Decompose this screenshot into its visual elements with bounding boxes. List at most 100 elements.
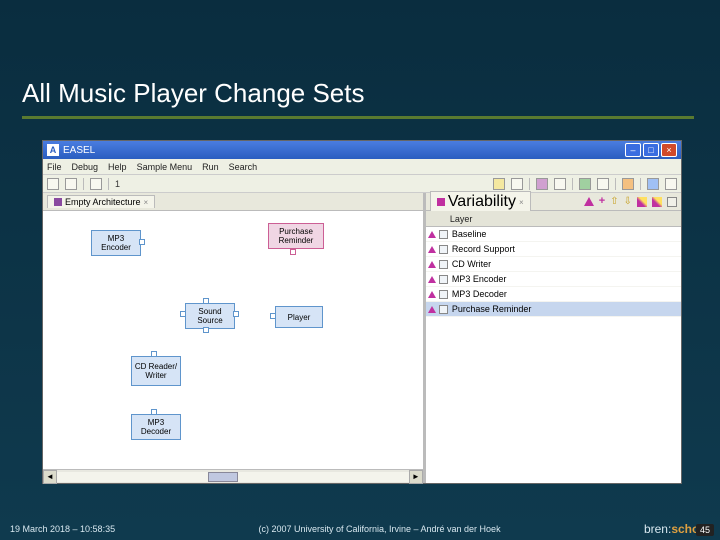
scroll-thumb[interactable] bbox=[208, 472, 238, 482]
footer-date: 19 March 2018 – 10:58:35 bbox=[10, 524, 115, 534]
diagram-canvas[interactable]: MP3 Encoder Purchase Reminder Sound Sour… bbox=[43, 211, 423, 469]
add-layer-icon[interactable] bbox=[584, 197, 594, 206]
layer-label: MP3 Decoder bbox=[452, 289, 507, 299]
window-minimize-button[interactable]: – bbox=[625, 143, 641, 157]
close-tab-icon[interactable]: × bbox=[519, 198, 524, 207]
right-pane: Variability × + ⇧ ⇩ Layer Baseline Recor… bbox=[426, 193, 681, 483]
tab-label: Empty Architecture bbox=[65, 197, 141, 207]
tab-variability[interactable]: Variability × bbox=[430, 191, 531, 212]
port[interactable] bbox=[180, 311, 186, 317]
layer-glyph-icon bbox=[439, 260, 448, 269]
menu-debug[interactable]: Debug bbox=[72, 162, 99, 172]
layer-glyph-icon bbox=[439, 245, 448, 254]
toolbar-icon[interactable] bbox=[511, 178, 523, 190]
scroll-left-button[interactable]: ◄ bbox=[43, 470, 57, 484]
port[interactable] bbox=[270, 313, 276, 319]
toolbar-icon[interactable] bbox=[90, 178, 102, 190]
layer-triangle-icon bbox=[428, 246, 436, 253]
right-toolbar: Variability × + ⇧ ⇩ bbox=[426, 193, 681, 211]
layer-row-cd-writer[interactable]: CD Writer bbox=[426, 257, 681, 272]
layer-row-baseline[interactable]: Baseline bbox=[426, 227, 681, 242]
port[interactable] bbox=[203, 298, 209, 304]
toolbar-separator bbox=[615, 178, 616, 190]
wand-icon[interactable] bbox=[652, 197, 662, 207]
port[interactable] bbox=[290, 249, 296, 255]
toolbar-icon[interactable] bbox=[665, 178, 677, 190]
box-mp3-decoder[interactable]: MP3 Decoder bbox=[131, 414, 181, 440]
port[interactable] bbox=[139, 239, 145, 245]
window-maximize-button[interactable]: □ bbox=[643, 143, 659, 157]
close-tab-icon[interactable]: × bbox=[144, 198, 149, 207]
toolbar-separator bbox=[572, 178, 573, 190]
box-label: Player bbox=[288, 313, 311, 322]
toggle-icon[interactable] bbox=[667, 197, 677, 207]
layer-row-mp3-encoder[interactable]: MP3 Encoder bbox=[426, 272, 681, 287]
architecture-icon bbox=[54, 198, 62, 206]
box-label: Purchase Reminder bbox=[271, 227, 321, 245]
toolbar-icon[interactable] bbox=[554, 178, 566, 190]
port[interactable] bbox=[151, 409, 157, 415]
menu-sample[interactable]: Sample Menu bbox=[137, 162, 193, 172]
main-toolbar: 1 bbox=[43, 175, 681, 193]
layer-column-header: Layer bbox=[426, 211, 681, 227]
port[interactable] bbox=[203, 327, 209, 333]
footer-copyright: (c) 2007 University of California, Irvin… bbox=[258, 524, 500, 534]
layer-label: Baseline bbox=[452, 229, 487, 239]
toolbar-separator bbox=[83, 178, 84, 190]
toolbar-icon[interactable] bbox=[65, 178, 77, 190]
layer-triangle-icon bbox=[428, 306, 436, 313]
port[interactable] bbox=[151, 351, 157, 357]
toolbar-icon[interactable] bbox=[493, 178, 505, 190]
menu-search[interactable]: Search bbox=[229, 162, 258, 172]
layer-triangle-icon bbox=[428, 231, 436, 238]
content-area: Empty Architecture × MP3 Encoder Purchas… bbox=[43, 193, 681, 483]
page-number: 45 bbox=[696, 524, 714, 536]
tab-architecture[interactable]: Empty Architecture × bbox=[47, 195, 155, 208]
toolbar-icon[interactable] bbox=[47, 178, 59, 190]
box-label: CD Reader/ Writer bbox=[134, 362, 178, 380]
left-tabs: Empty Architecture × bbox=[43, 193, 423, 211]
layer-triangle-icon bbox=[428, 276, 436, 283]
toolbar-icon[interactable] bbox=[647, 178, 659, 190]
toolbar-icon[interactable] bbox=[622, 178, 634, 190]
move-down-icon[interactable]: ⇩ bbox=[624, 196, 632, 207]
app-window: A EASEL – □ × File Debug Help Sample Men… bbox=[42, 140, 682, 484]
layer-list: Baseline Record Support CD Writer MP3 En… bbox=[426, 227, 681, 483]
layer-glyph-icon bbox=[439, 305, 448, 314]
layer-triangle-icon bbox=[428, 261, 436, 268]
menu-file[interactable]: File bbox=[47, 162, 62, 172]
toolbar-icon[interactable] bbox=[536, 178, 548, 190]
layer-label: CD Writer bbox=[452, 259, 491, 269]
menu-help[interactable]: Help bbox=[108, 162, 127, 172]
layer-glyph-icon bbox=[439, 290, 448, 299]
layer-triangle-icon bbox=[428, 291, 436, 298]
left-pane: Empty Architecture × MP3 Encoder Purchas… bbox=[43, 193, 426, 483]
box-purchase-reminder[interactable]: Purchase Reminder bbox=[268, 223, 324, 249]
layer-row-mp3-decoder[interactable]: MP3 Decoder bbox=[426, 287, 681, 302]
menubar: File Debug Help Sample Menu Run Search bbox=[43, 159, 681, 175]
box-mp3-encoder[interactable]: MP3 Encoder bbox=[91, 230, 141, 256]
layer-label: Record Support bbox=[452, 244, 515, 254]
plus-icon[interactable]: + bbox=[599, 196, 605, 207]
layer-glyph-icon bbox=[439, 275, 448, 284]
window-close-button[interactable]: × bbox=[661, 143, 677, 157]
scroll-right-button[interactable]: ► bbox=[409, 470, 423, 484]
horizontal-scrollbar[interactable]: ◄ ► bbox=[43, 469, 423, 483]
box-sound-source[interactable]: Sound Source bbox=[185, 303, 235, 329]
box-player[interactable]: Player bbox=[275, 306, 323, 328]
move-up-icon[interactable]: ⇧ bbox=[610, 196, 618, 207]
app-title: EASEL bbox=[63, 145, 95, 156]
port[interactable] bbox=[233, 311, 239, 317]
layer-label: MP3 Encoder bbox=[452, 274, 507, 284]
toolbar-icon[interactable] bbox=[579, 178, 591, 190]
box-label: MP3 Decoder bbox=[134, 418, 178, 436]
wand-icon[interactable] bbox=[637, 197, 647, 207]
layer-glyph-icon bbox=[439, 230, 448, 239]
variability-icon bbox=[437, 198, 445, 206]
menu-run[interactable]: Run bbox=[202, 162, 219, 172]
toolbar-icon[interactable] bbox=[597, 178, 609, 190]
layer-row-record-support[interactable]: Record Support bbox=[426, 242, 681, 257]
box-cd-reader-writer[interactable]: CD Reader/ Writer bbox=[131, 356, 181, 386]
box-label: Sound Source bbox=[188, 307, 232, 325]
layer-row-purchase-reminder[interactable]: Purchase Reminder bbox=[426, 302, 681, 317]
